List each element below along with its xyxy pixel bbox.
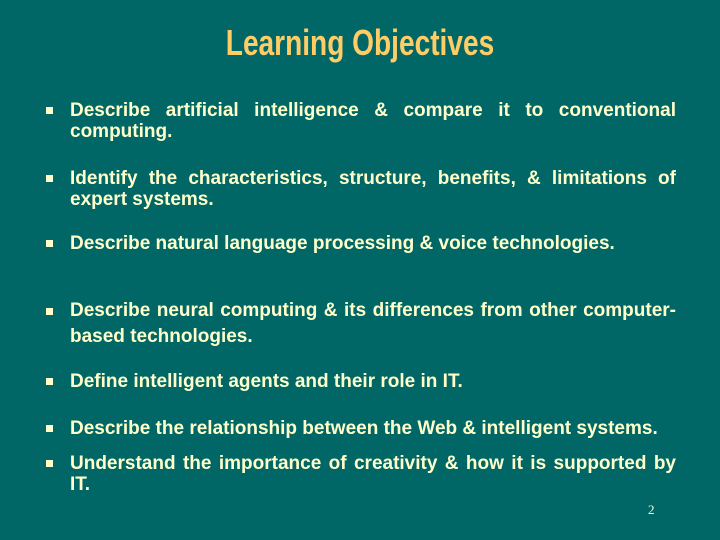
objective-text: Identify the characteristics, structure,… (70, 168, 676, 210)
square-bullet-icon (46, 240, 53, 247)
page-number: 2 (648, 502, 655, 517)
objective-text: Describe artificial intelligence & compa… (70, 100, 676, 142)
objective-item: Define intelligent agents and their role… (44, 371, 676, 392)
square-bullet-icon (46, 378, 53, 385)
square-bullet-icon (46, 425, 53, 432)
objective-text: Understand the importance of creativity … (70, 453, 676, 495)
square-bullet-icon (46, 107, 53, 114)
objective-text: Define intelligent agents and their role… (70, 371, 463, 392)
objective-text: Describe neural computing & its differen… (70, 300, 676, 347)
slide-title: Learning Objectives (225, 22, 495, 63)
objective-item: Describe natural language processing & v… (44, 233, 676, 254)
square-bullet-icon (46, 460, 53, 467)
objective-text: Describe natural language processing & v… (70, 233, 615, 254)
square-bullet-icon (46, 308, 53, 315)
objective-item: Understand the importance of creativity … (44, 453, 676, 495)
objective-item: Describe artificial intelligence & compa… (44, 100, 676, 142)
objective-item: Describe neural computing & its differen… (44, 298, 676, 350)
objective-text: Describe the relationship between the We… (70, 418, 658, 439)
objective-item: Describe the relationship between the We… (44, 418, 676, 439)
square-bullet-icon (46, 175, 53, 182)
objective-item: Identify the characteristics, structure,… (44, 168, 676, 210)
